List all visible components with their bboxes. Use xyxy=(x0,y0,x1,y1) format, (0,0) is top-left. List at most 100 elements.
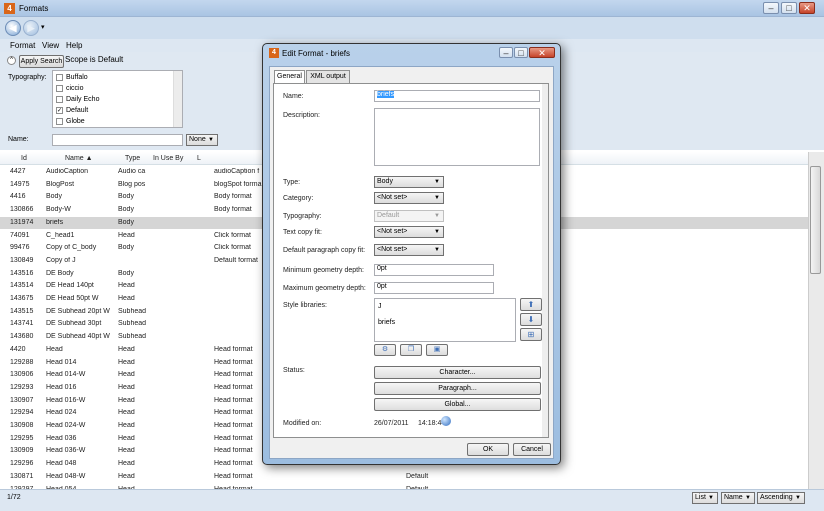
back-arrow-icon[interactable]: ◀ xyxy=(5,20,21,36)
typography-item-globe[interactable]: Globe xyxy=(56,116,85,127)
record-count: 1/72 xyxy=(7,494,21,501)
dialog-close-button[interactable]: ✕ xyxy=(529,47,555,58)
table-cell: Body xyxy=(118,269,134,277)
table-cell: Head xyxy=(46,345,63,353)
global-button[interactable]: Global... xyxy=(374,398,541,411)
move-up-arrow-icon[interactable]: ⬆ xyxy=(520,298,542,311)
dialog-minimize-button[interactable]: – xyxy=(499,47,513,58)
maximize-button[interactable]: □ xyxy=(781,2,797,14)
character-button[interactable]: Character... xyxy=(374,366,541,379)
chevron-down-icon: ▼ xyxy=(434,179,440,185)
forward-arrow-icon[interactable]: ▶ xyxy=(23,20,39,36)
name-search-input[interactable] xyxy=(52,134,183,146)
menu-format[interactable]: Format xyxy=(10,41,35,50)
type-label: Type: xyxy=(283,179,301,186)
history-dropdown-icon[interactable]: ▾ xyxy=(41,23,45,31)
tab-general[interactable]: General xyxy=(274,70,305,84)
column-header-in-use-by[interactable]: In Use By xyxy=(153,155,183,162)
typography-list[interactable]: Buffalo ciccio Daily Echo ✓ Default Globe xyxy=(52,70,183,128)
table-cell: Head xyxy=(118,434,135,442)
typography-item-ciccio[interactable]: ciccio xyxy=(56,83,84,94)
min-geometry-input[interactable]: 0pt xyxy=(374,264,494,276)
style-library-item[interactable]: J xyxy=(378,303,382,310)
table-cell: Head 014 xyxy=(46,358,77,366)
paragraph-copy-fit-select[interactable]: <Not set> ▼ xyxy=(374,244,444,256)
library-copy-icon[interactable]: ❐ xyxy=(400,344,422,356)
typography-item-buffalo[interactable]: Buffalo xyxy=(56,72,88,83)
table-cell: DE Head 50pt W xyxy=(46,295,99,302)
dialog-scrollbar[interactable] xyxy=(542,84,548,437)
table-cell: Head xyxy=(118,345,135,353)
name-field-label: Name: xyxy=(283,93,304,100)
paragraph-button[interactable]: Paragraph... xyxy=(374,382,541,395)
chevron-down-icon: ▼ xyxy=(434,213,440,219)
edit-format-dialog: 4 Edit Format - briefs – □ ✕ General XML… xyxy=(262,43,561,465)
max-geometry-label: Maximum geometry depth: xyxy=(283,285,366,292)
table-cell: C_head1 xyxy=(46,231,75,239)
table-cell: Head 014-W xyxy=(46,371,86,379)
checkbox[interactable] xyxy=(56,96,63,103)
checkbox[interactable] xyxy=(56,118,63,125)
checkbox[interactable] xyxy=(56,85,63,92)
globe-icon[interactable]: globe xyxy=(441,416,451,426)
table-cell: Head xyxy=(118,231,135,239)
typography-label: Typography: xyxy=(8,74,47,81)
grid-scrollbar-thumb[interactable] xyxy=(810,166,821,274)
table-row[interactable]: 130871 Head 048-W Head Head format Default xyxy=(0,471,808,484)
table-cell: Head 024 xyxy=(46,409,77,417)
typography-item-default[interactable]: ✓ Default xyxy=(56,105,88,116)
table-cell: 143514 xyxy=(10,282,34,290)
ok-button[interactable]: OK xyxy=(467,443,509,456)
table-cell: Head xyxy=(118,371,135,379)
cancel-button[interactable]: Cancel xyxy=(513,443,551,456)
checkbox-checked[interactable]: ✓ xyxy=(56,107,63,114)
view-mode-select[interactable]: List ▼ xyxy=(692,492,718,504)
column-header-name[interactable]: Name ▲ xyxy=(65,155,93,162)
table-cell: 99476 xyxy=(10,244,30,252)
table-cell: 130849 xyxy=(10,256,34,264)
style-library-item[interactable]: briefs xyxy=(378,319,395,326)
table-cell: 130907 xyxy=(10,396,34,404)
type-select[interactable]: Body ▼ xyxy=(374,176,444,188)
menu-help[interactable]: Help xyxy=(66,41,82,50)
sort-by-select[interactable]: Name ▼ xyxy=(721,492,755,504)
navigation-bar xyxy=(0,17,824,39)
library-settings-icon[interactable]: ⚙ xyxy=(374,344,396,356)
minimize-button[interactable]: – xyxy=(763,2,779,14)
tab-xml-output[interactable]: XML output xyxy=(306,70,350,83)
table-cell: 129288 xyxy=(10,358,34,366)
checkbox[interactable] xyxy=(56,74,63,81)
table-cell: 143516 xyxy=(10,269,34,277)
sort-order-select[interactable]: Ascending ▼ xyxy=(757,492,805,504)
text-copy-fit-select[interactable]: <Not set> ▼ xyxy=(374,226,444,238)
apply-search-button[interactable]: Apply Search xyxy=(19,55,64,68)
category-select[interactable]: <Not set> ▼ xyxy=(374,192,444,204)
move-down-arrow-icon[interactable]: ⬇ xyxy=(520,313,542,326)
table-cell: Head xyxy=(118,409,135,417)
table-cell: Head xyxy=(118,396,135,404)
column-header-id[interactable]: Id xyxy=(21,155,27,162)
table-cell: Body xyxy=(118,218,134,226)
add-library-icon[interactable]: ⊞ xyxy=(520,328,542,341)
modified-date: 26/07/2011 xyxy=(374,420,409,427)
table-cell: Head 048 xyxy=(46,460,77,468)
dialog-title: Edit Format - briefs xyxy=(282,49,351,58)
column-header-l[interactable]: L xyxy=(197,155,201,162)
typography-item-daily-echo[interactable]: Daily Echo xyxy=(56,94,99,105)
max-geometry-input[interactable]: 0pt xyxy=(374,282,494,294)
library-save-icon[interactable]: ▣ xyxy=(426,344,448,356)
dialog-maximize-button[interactable]: □ xyxy=(514,47,528,58)
column-header-type[interactable]: Type xyxy=(125,155,140,162)
collapse-chevron-icon[interactable]: ^ xyxy=(7,56,16,65)
description-textarea[interactable] xyxy=(374,108,540,166)
style-libraries-label: Style libraries: xyxy=(283,302,327,309)
table-cell: DE Subhead 30pt xyxy=(46,320,102,328)
format-name-input[interactable]: briefs xyxy=(374,90,540,102)
menu-view[interactable]: View xyxy=(42,41,59,50)
close-button[interactable]: ✕ xyxy=(799,2,815,14)
table-cell: 130908 xyxy=(10,422,34,429)
table-cell: Copy of J xyxy=(46,256,76,264)
style-libraries-list[interactable]: J briefs xyxy=(374,298,516,342)
typography-list-scrollbar[interactable] xyxy=(173,71,182,127)
name-match-select[interactable]: None ▼ xyxy=(186,134,218,146)
